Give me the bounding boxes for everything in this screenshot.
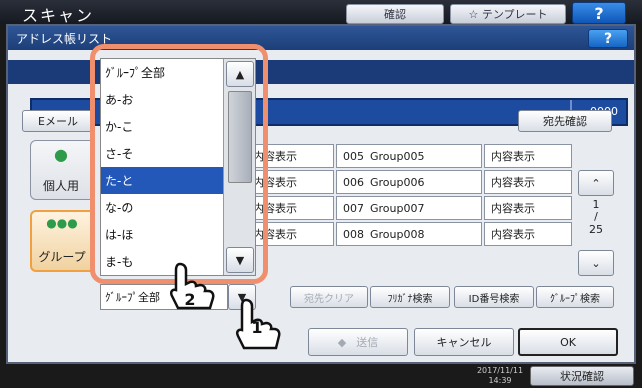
cancel-button[interactable]: キャンセル	[414, 328, 514, 356]
template-button[interactable]: ☆ テンプレート	[450, 4, 566, 24]
send-button[interactable]: ◆ 送信	[308, 328, 408, 356]
table-row: 内容表示 007 Group007 内容表示	[246, 196, 574, 221]
tab-personal-label: 個人用	[42, 179, 79, 193]
group-icon: ●●●	[46, 216, 78, 230]
group-name-cell[interactable]: 008 Group008	[336, 222, 482, 246]
group-search-button[interactable]: ｸﾞﾙｰﾌﾟ検索	[536, 286, 614, 308]
page-indicator: 1 / 25	[578, 198, 614, 248]
view-details-link[interactable]: 内容表示	[484, 144, 572, 168]
table-row: 内容表示 005 Group005 内容表示	[246, 144, 574, 169]
time-text: 14:39	[488, 376, 512, 385]
person-icon: ●	[54, 145, 68, 164]
group-name-cell[interactable]: 007 Group007	[336, 196, 482, 220]
top-bar: スキャン 確認 ☆ テンプレート ?	[0, 0, 642, 25]
group-id: 008	[343, 227, 364, 241]
view-details-link[interactable]: 内容表示	[484, 170, 572, 194]
screen-title: スキャン	[22, 6, 95, 25]
chevron-up-icon: ⌃	[591, 176, 601, 190]
group-name-cell[interactable]: 005 Group005	[336, 144, 482, 168]
send-icon: ◆	[337, 335, 347, 349]
table-row: 内容表示 008 Group008 内容表示	[246, 222, 574, 247]
step-number: 1	[251, 318, 263, 337]
table-row: 内容表示 006 Group006 内容表示	[246, 170, 574, 195]
confirm-button[interactable]: 確認	[346, 4, 444, 24]
id-search-button[interactable]: ID番号検索	[454, 286, 534, 308]
send-label: 送信	[356, 336, 379, 349]
clear-destination-button[interactable]: 宛先クリア	[290, 286, 368, 308]
group-name: Group008	[370, 227, 425, 241]
group-id: 006	[343, 175, 364, 189]
status-check-button[interactable]: 状況確認	[530, 366, 634, 386]
group-id: 005	[343, 149, 364, 163]
page-total: 25	[589, 223, 603, 236]
highlight-frame	[90, 44, 268, 284]
date-text: 2017/11/11	[476, 366, 524, 375]
chevron-down-icon: ⌄	[591, 256, 601, 270]
kana-search-button[interactable]: ﾌﾘｶﾞﾅ検索	[370, 286, 450, 308]
tab-group-label: グループ	[38, 250, 86, 264]
page-up-button[interactable]: ⌃	[578, 170, 614, 196]
confirm-destination-button[interactable]: 宛先確認	[518, 110, 612, 132]
group-id: 007	[343, 201, 364, 215]
view-details-link[interactable]: 内容表示	[484, 196, 572, 220]
page-down-button[interactable]: ⌄	[578, 250, 614, 276]
tab-personal[interactable]: ● 個人用	[30, 140, 92, 200]
clock: 2017/11/11 14:39	[474, 366, 526, 386]
group-name-cell[interactable]: 006 Group006	[336, 170, 482, 194]
group-name: Group006	[370, 175, 425, 189]
group-name: Group005	[370, 149, 425, 163]
help-button[interactable]: ?	[572, 2, 626, 24]
view-details-link[interactable]: 内容表示	[484, 222, 572, 246]
group-name: Group007	[370, 201, 425, 215]
email-button[interactable]: Eメール	[22, 110, 94, 132]
group-table: 内容表示 005 Group005 内容表示 内容表示 006 Group006 内…	[246, 144, 574, 248]
page-separator: /	[594, 210, 598, 223]
dialog-help-button[interactable]: ?	[588, 29, 628, 48]
ok-button[interactable]: OK	[518, 328, 618, 356]
step-number: 2	[184, 290, 196, 309]
tab-group[interactable]: ●●● グループ	[30, 210, 92, 272]
